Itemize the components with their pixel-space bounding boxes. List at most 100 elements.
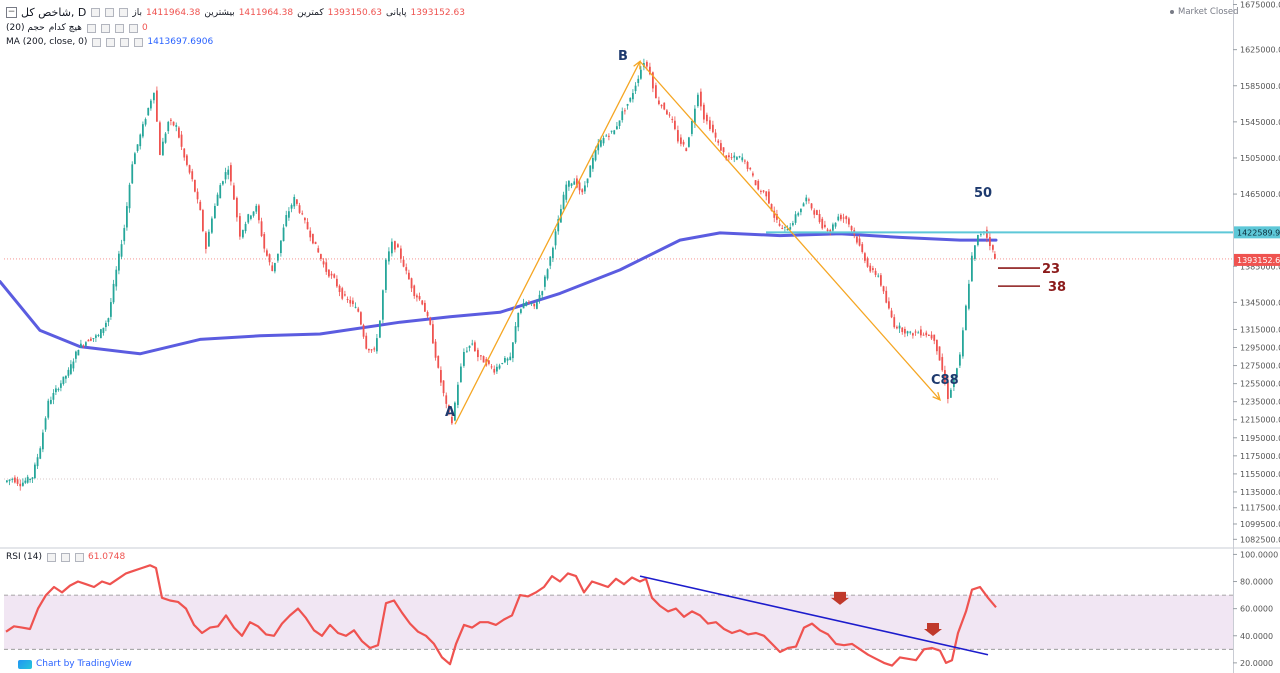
- candle-body: [82, 345, 85, 347]
- candle-body: [199, 201, 202, 211]
- candle-body: [538, 294, 541, 300]
- candle-body: [541, 291, 544, 296]
- candle-body: [533, 303, 536, 307]
- trading-chart[interactable]: 1675000.00 1625000.00 1585000.00 1545000.00…: [0, 0, 1280, 673]
- volume-more-icon[interactable]: [128, 23, 138, 33]
- candle-body: [904, 328, 906, 334]
- candle-body: [522, 303, 525, 309]
- price-tick-label: 1345000.00: [1240, 298, 1280, 307]
- candle-body: [442, 380, 445, 394]
- candle-body: [512, 342, 514, 359]
- ma-more-icon[interactable]: [134, 37, 144, 47]
- candle-body: [202, 210, 204, 232]
- candle-body: [156, 90, 158, 122]
- ma-eye-icon[interactable]: [92, 37, 102, 47]
- candle-body: [55, 388, 57, 393]
- candle-body: [230, 165, 232, 182]
- candle-body: [65, 375, 67, 379]
- candle-body: [496, 366, 498, 372]
- candle-body: [312, 233, 314, 244]
- candle-body: [282, 227, 285, 242]
- candle-body: [31, 477, 34, 479]
- candle-body: [490, 366, 493, 368]
- candle-body: [80, 343, 82, 348]
- candle-body: [126, 206, 128, 228]
- candle-body: [463, 352, 465, 366]
- chart-canvas[interactable]: 1675000.00 1625000.00 1585000.00 1545000.00…: [0, 0, 1280, 673]
- ma-close-icon[interactable]: [120, 37, 130, 47]
- candle-body: [304, 218, 306, 221]
- candle-body: [536, 302, 538, 309]
- candle-body: [271, 265, 274, 272]
- collapse-legend-icon[interactable]: −: [6, 7, 17, 18]
- candle-body: [720, 143, 722, 151]
- candle-body: [136, 144, 139, 151]
- candle-body: [250, 215, 252, 219]
- candle-body: [134, 153, 136, 165]
- volume-close-icon[interactable]: [114, 23, 124, 33]
- candle-body: [44, 418, 47, 430]
- legend-volume: حجم (20) هیچ کدام 0: [6, 23, 148, 33]
- pattern-label-c: C88: [931, 373, 959, 388]
- settings-icon[interactable]: [105, 8, 115, 17]
- candle-body: [736, 157, 738, 160]
- tradingview-credit[interactable]: Chart by TradingView: [18, 659, 132, 669]
- candle-body: [298, 205, 301, 213]
- candle-body: [293, 196, 296, 207]
- candle-body: [938, 346, 941, 361]
- candles-layer: [6, 58, 996, 491]
- candle-body: [800, 208, 802, 213]
- price-tick-label: 1545000.00: [1240, 118, 1280, 127]
- candle-body: [717, 140, 720, 143]
- candle-body: [959, 354, 961, 366]
- candle-body: [877, 275, 880, 277]
- candle-body: [460, 366, 462, 383]
- candle-body: [39, 448, 42, 459]
- volume-label: حجم (20): [6, 23, 45, 33]
- candle-body: [445, 395, 448, 404]
- legend-open-value: 1411964.38: [145, 7, 201, 18]
- price-tick-label: 1255000.00: [1240, 380, 1280, 389]
- candle-body: [834, 222, 837, 227]
- candle-body: [629, 97, 632, 102]
- candle-body: [274, 262, 276, 272]
- candle-body: [263, 234, 266, 249]
- rsi-close-icon[interactable]: [74, 552, 84, 562]
- candle-body: [504, 357, 506, 363]
- candle-body: [52, 393, 55, 400]
- volume-settings-icon[interactable]: [100, 23, 110, 33]
- candle-body: [224, 172, 227, 180]
- main-pane-grid: [0, 0, 1280, 673]
- candle-body: [67, 369, 70, 376]
- ma-settings-icon[interactable]: [106, 37, 116, 47]
- candle-body: [191, 171, 194, 180]
- candle-body: [280, 240, 282, 254]
- last-price-badge: 1393152.63: [1237, 256, 1280, 265]
- candle-body: [100, 329, 102, 339]
- candle-body: [637, 78, 640, 83]
- candle-body: [722, 147, 725, 153]
- candle-body: [62, 376, 65, 384]
- candle-body: [936, 339, 938, 352]
- close-icon[interactable]: [119, 8, 129, 17]
- candle-body: [805, 197, 808, 202]
- candle-body: [646, 61, 648, 67]
- candle-body: [19, 483, 22, 487]
- eye-icon[interactable]: [91, 8, 101, 17]
- candle-body: [471, 343, 474, 345]
- rsi-settings-icon[interactable]: [60, 552, 70, 562]
- volume-eye-icon[interactable]: [86, 23, 96, 33]
- price-tick-label: 1155000.00: [1240, 470, 1280, 479]
- candle-body: [405, 267, 408, 271]
- rsi-eye-icon[interactable]: [46, 552, 56, 562]
- candle-body: [70, 364, 72, 374]
- candle-body: [362, 325, 365, 337]
- candle-body: [874, 270, 877, 275]
- candle-body: [671, 118, 674, 120]
- rsi-tick-label: 80.0000: [1240, 578, 1273, 587]
- candle-body: [6, 480, 8, 483]
- candle-body: [709, 120, 711, 129]
- candle-body: [974, 245, 976, 259]
- candle-body: [714, 132, 717, 138]
- candle-body: [738, 156, 741, 158]
